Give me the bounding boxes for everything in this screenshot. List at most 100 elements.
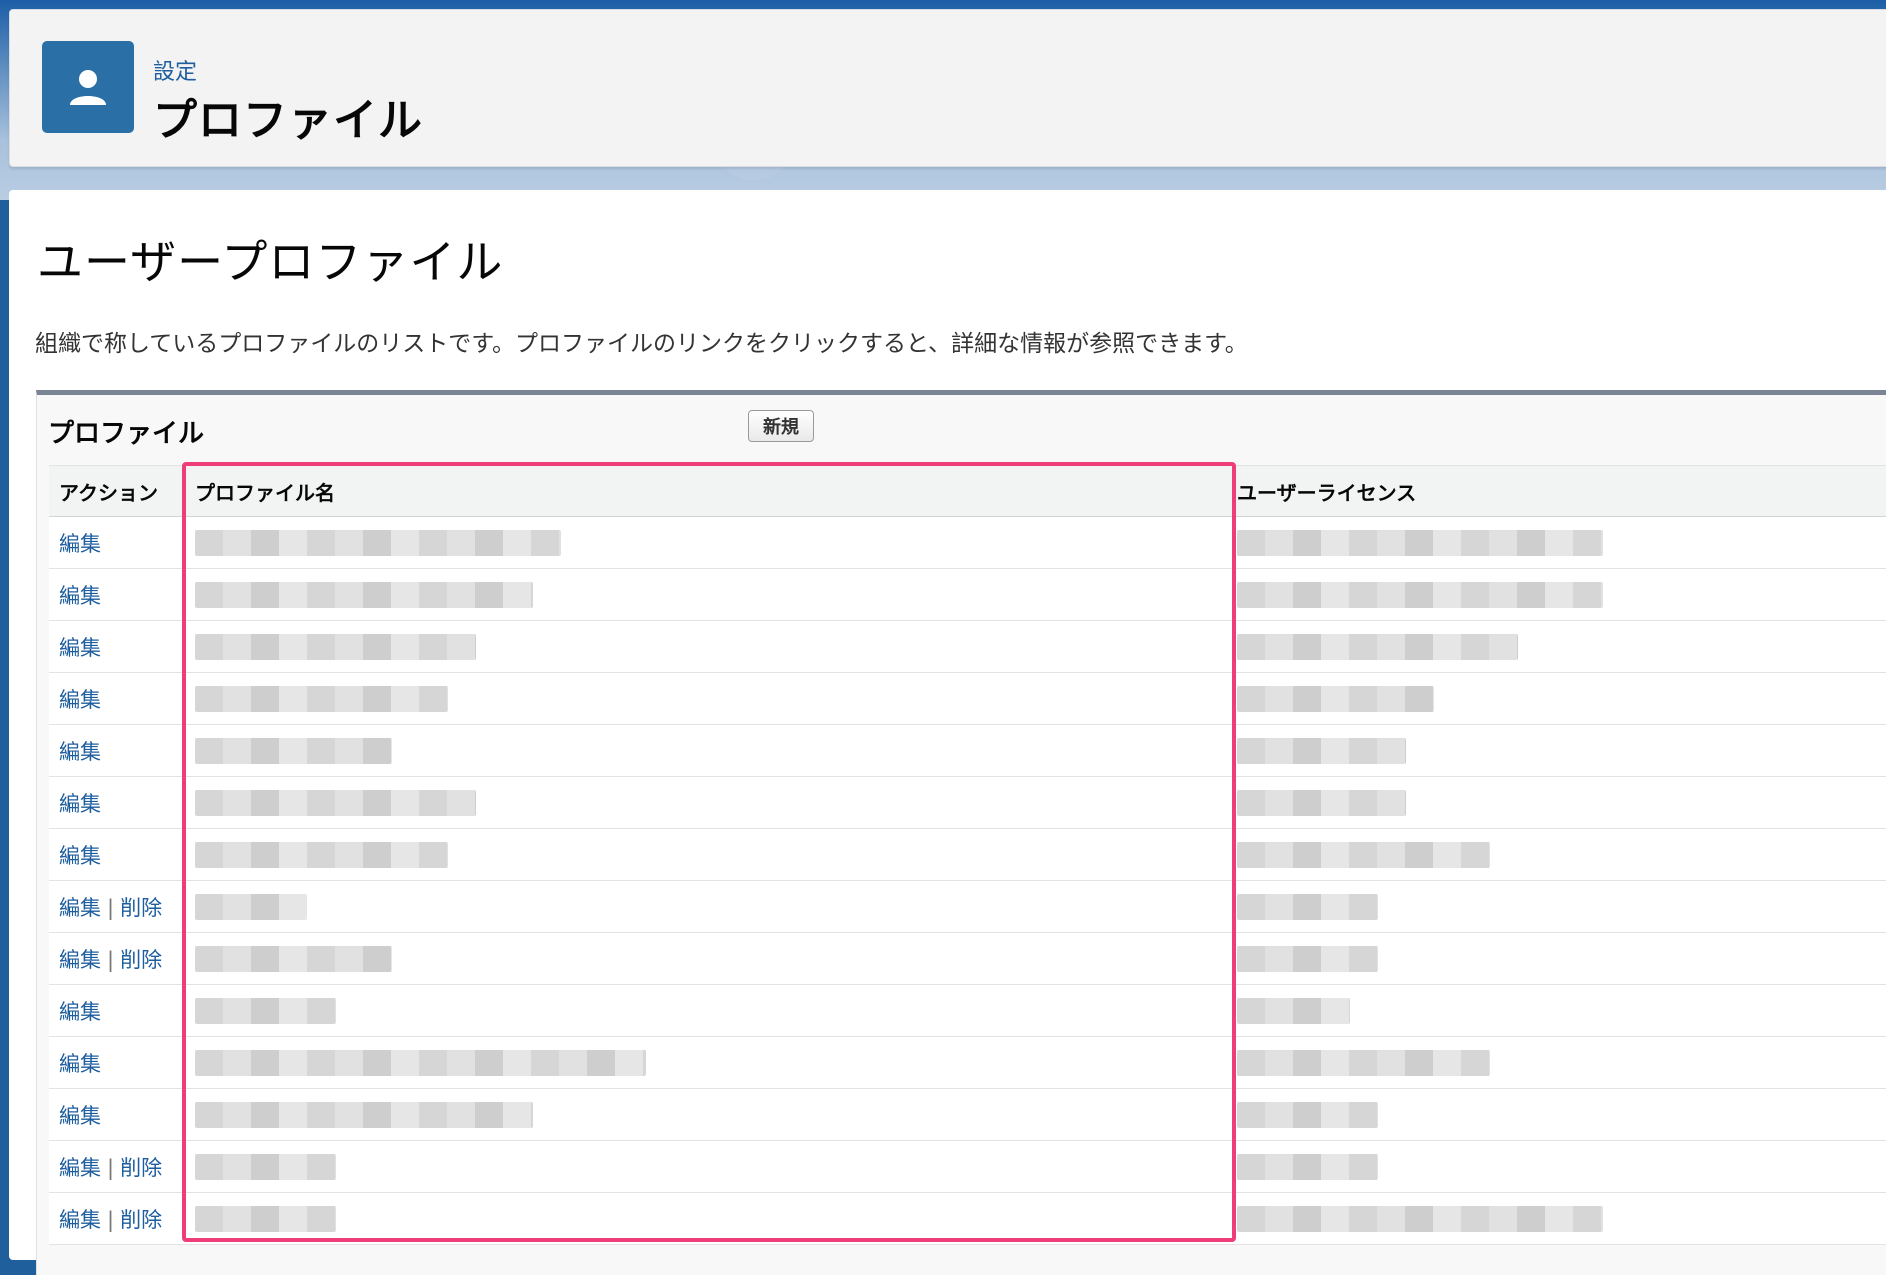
column-header-action: アクション [49,465,185,517]
profile-name-cell[interactable] [185,984,1227,1037]
redacted-profile-name[interactable] [195,1153,336,1180]
section-description: 組織で称しているプロファイルのリストです。プロファイルのリンクをクリックすると、… [35,331,1248,357]
profiles-related-list: プロファイル 新規 アクション プロファイル名 ユーザーライセンス 編集 編集 編集… [36,390,1886,1275]
edit-link[interactable]: 編集 [59,636,101,660]
edit-link[interactable]: 編集 [59,844,101,868]
action-cell: 編集 [49,828,185,881]
edit-link[interactable]: 編集 [59,1000,101,1024]
user-license-cell [1227,568,1886,621]
page-header: 設定 プロファイル [9,9,1886,167]
delete-link[interactable]: 削除 [120,1156,162,1180]
action-cell: 編集 | 削除 [49,932,185,985]
breadcrumb[interactable]: 設定 [153,54,197,86]
edit-link[interactable]: 編集 [59,792,101,816]
redacted-profile-name[interactable] [195,529,561,556]
link-separator: | [107,1155,115,1180]
profile-name-cell[interactable] [185,672,1227,725]
table-row: 編集 | 削除 [49,1140,1886,1193]
redacted-user-license [1237,1205,1603,1232]
table-row: 編集 | 削除 [49,932,1886,985]
profile-name-cell[interactable] [185,1036,1227,1089]
link-separator: | [107,947,115,972]
redacted-profile-name[interactable] [195,945,392,972]
edit-link[interactable]: 編集 [59,1156,101,1180]
redacted-user-license [1237,633,1518,660]
user-icon [42,41,134,133]
column-header-user-license[interactable]: ユーザーライセンス [1227,465,1886,517]
profile-name-cell[interactable] [185,568,1227,621]
user-license-cell [1227,1192,1886,1245]
action-cell: 編集 [49,568,185,621]
table-header-row: アクション プロファイル名 ユーザーライセンス [49,465,1886,517]
redacted-profile-name[interactable] [195,581,533,608]
user-license-cell [1227,516,1886,569]
user-license-cell [1227,1036,1886,1089]
profile-name-cell[interactable] [185,724,1227,777]
action-cell: 編集 [49,672,185,725]
redacted-profile-name[interactable] [195,685,448,712]
user-license-cell [1227,776,1886,829]
redacted-profile-name[interactable] [195,1049,646,1076]
user-license-cell [1227,672,1886,725]
table-body: 編集 編集 編集 編集 編集 編集 編集 編集 | 削除 編集 | 削除 編集 編集 編集 編集 | 削除 編集 | 削除 [49,516,1886,1245]
redacted-user-license [1237,529,1603,556]
redacted-profile-name[interactable] [195,1205,336,1232]
table-row: 編集 [49,620,1886,673]
edit-link[interactable]: 編集 [59,532,101,556]
action-cell: 編集 [49,984,185,1037]
table-row: 編集 [49,776,1886,829]
edit-link[interactable]: 編集 [59,1052,101,1076]
profile-name-cell[interactable] [185,516,1227,569]
edit-link[interactable]: 編集 [59,948,101,972]
redacted-profile-name[interactable] [195,737,392,764]
redacted-user-license [1237,945,1378,972]
profile-name-cell[interactable] [185,1140,1227,1193]
table-row: 編集 [49,828,1886,881]
link-separator: | [107,1207,115,1232]
profile-name-cell[interactable] [185,932,1227,985]
profile-name-cell[interactable] [185,1192,1227,1245]
redacted-user-license [1237,1153,1378,1180]
action-cell: 編集 [49,1036,185,1089]
redacted-profile-name[interactable] [195,633,476,660]
table-row: 編集 [49,984,1886,1037]
redacted-user-license [1237,581,1603,608]
profile-name-cell[interactable] [185,828,1227,881]
user-license-cell [1227,1140,1886,1193]
action-cell: 編集 | 削除 [49,880,185,933]
redacted-profile-name[interactable] [195,789,476,816]
profile-name-cell[interactable] [185,620,1227,673]
table-row: 編集 | 削除 [49,1192,1886,1245]
redacted-user-license [1237,685,1434,712]
table-row: 編集 | 削除 [49,880,1886,933]
edit-link[interactable]: 編集 [59,740,101,764]
new-profile-button[interactable]: 新規 [748,410,814,442]
profile-name-cell[interactable] [185,776,1227,829]
redacted-profile-name[interactable] [195,893,307,920]
user-license-cell [1227,880,1886,933]
section-heading: ユーザープロファイル [37,235,504,289]
user-license-cell [1227,828,1886,881]
column-header-profile-name[interactable]: プロファイル名 [185,465,1227,517]
redacted-profile-name[interactable] [195,997,336,1024]
edit-link[interactable]: 編集 [59,584,101,608]
profile-name-cell[interactable] [185,880,1227,933]
edit-link[interactable]: 編集 [59,688,101,712]
list-title: プロファイル [48,419,205,449]
edit-link[interactable]: 編集 [59,1104,101,1128]
redacted-user-license [1237,997,1350,1024]
redacted-profile-name[interactable] [195,841,448,868]
profile-name-cell[interactable] [185,1088,1227,1141]
redacted-user-license [1237,737,1406,764]
user-license-cell [1227,620,1886,673]
redacted-user-license [1237,1101,1378,1128]
delete-link[interactable]: 削除 [120,948,162,972]
edit-link[interactable]: 編集 [59,1208,101,1232]
edit-link[interactable]: 編集 [59,896,101,920]
delete-link[interactable]: 削除 [120,896,162,920]
user-license-cell [1227,984,1886,1037]
redacted-profile-name[interactable] [195,1101,533,1128]
action-cell: 編集 [49,516,185,569]
delete-link[interactable]: 削除 [120,1208,162,1232]
link-separator: | [107,895,115,920]
